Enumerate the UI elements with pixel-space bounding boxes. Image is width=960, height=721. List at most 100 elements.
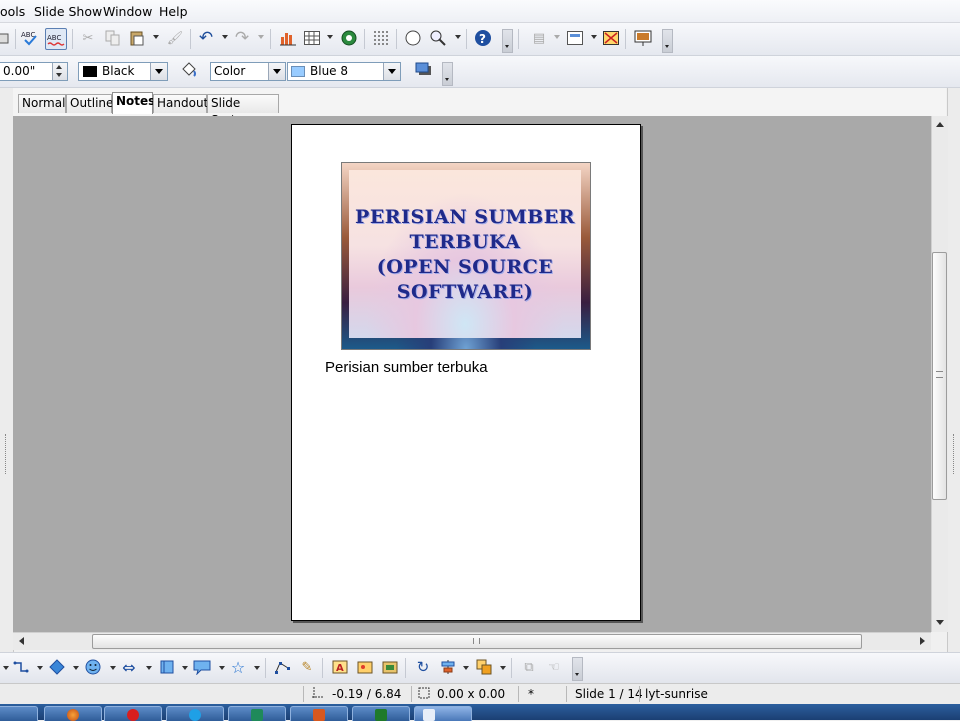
points-icon[interactable] xyxy=(273,658,291,676)
chevron-down-icon[interactable] xyxy=(150,63,167,80)
line-ends-dropdown-icon[interactable] xyxy=(3,666,9,670)
basic-shapes-icon[interactable] xyxy=(48,658,66,676)
menu-window[interactable]: Window xyxy=(103,4,152,19)
alignment-dropdown-icon[interactable] xyxy=(463,666,469,670)
taskbar-opera[interactable] xyxy=(104,706,162,721)
toolbar-overflow-icon[interactable] xyxy=(502,29,513,53)
taskbar-impress[interactable] xyxy=(414,706,472,721)
load-icon[interactable] xyxy=(0,29,12,47)
slide-design-icon[interactable] xyxy=(602,29,620,47)
chevron-down-icon[interactable] xyxy=(383,63,400,80)
symbol-shapes-icon[interactable] xyxy=(84,658,102,676)
grid-icon[interactable] xyxy=(372,29,390,47)
tab-normal[interactable]: Normal xyxy=(18,94,66,113)
block-arrows-dropdown-icon[interactable] xyxy=(146,666,152,670)
arrange-icon[interactable] xyxy=(475,658,493,676)
callouts-icon[interactable] xyxy=(193,658,211,676)
autospellcheck-icon[interactable]: ABC xyxy=(45,28,67,50)
line-width-spinner[interactable] xyxy=(52,63,67,80)
slide-show-icon[interactable] xyxy=(634,29,652,47)
spin-down-icon[interactable] xyxy=(56,73,62,77)
status-position: -0.19 / 6.84 xyxy=(332,687,402,701)
spin-up-icon[interactable] xyxy=(56,65,62,69)
zoom-dropdown-icon[interactable] xyxy=(455,35,461,39)
area-paint-bucket-icon[interactable] xyxy=(180,61,198,79)
from-file-icon[interactable] xyxy=(356,658,374,676)
tab-notes[interactable]: Notes xyxy=(112,92,155,114)
table-dropdown-icon[interactable] xyxy=(327,35,333,39)
connector-icon[interactable] xyxy=(12,658,30,676)
symbol-shapes-dropdown-icon[interactable] xyxy=(110,666,116,670)
status-separator xyxy=(518,686,519,702)
horizontal-scroll-thumb[interactable] xyxy=(92,634,862,649)
taskbar-skype[interactable] xyxy=(166,706,224,721)
menu-slide-show[interactable]: Slide Show xyxy=(34,4,102,19)
block-arrows-icon[interactable]: ⇔ xyxy=(120,658,138,677)
menu-tools[interactable]: ools xyxy=(0,4,25,19)
chevron-down-icon[interactable] xyxy=(268,63,285,80)
stars-icon[interactable]: ☆ xyxy=(229,658,247,677)
line-width-input[interactable]: 0.00" xyxy=(0,62,68,81)
scroll-up-icon[interactable] xyxy=(936,122,944,127)
dock-handle-icon[interactable] xyxy=(953,434,956,474)
toolbar-overflow-icon[interactable] xyxy=(572,657,583,681)
zoom-icon[interactable] xyxy=(429,29,447,47)
rotate-icon[interactable]: ↻ xyxy=(414,658,432,676)
tab-slide-sorter[interactable]: Slide Sorter xyxy=(207,94,279,127)
gallery-icon[interactable] xyxy=(381,658,399,676)
extrusion-icon[interactable]: ⧉ xyxy=(520,658,538,676)
taskbar-item[interactable] xyxy=(0,706,38,721)
help-icon[interactable]: ? xyxy=(474,29,492,47)
callouts-dropdown-icon[interactable] xyxy=(219,666,225,670)
vertical-scroll-thumb[interactable] xyxy=(932,252,947,500)
paste-dropdown-icon[interactable] xyxy=(153,35,159,39)
dock-handle-icon[interactable] xyxy=(5,434,8,474)
stars-dropdown-icon[interactable] xyxy=(254,666,260,670)
toolbar-separator xyxy=(625,29,626,49)
redo-dropdown-icon[interactable] xyxy=(258,35,264,39)
redo-icon[interactable]: ↷ xyxy=(233,28,251,48)
line-color-select[interactable]: Black xyxy=(78,62,168,81)
navigator-compass-icon[interactable] xyxy=(404,29,422,47)
glue-points-icon[interactable]: ✎ xyxy=(298,658,316,676)
cut-icon[interactable]: ✂ xyxy=(79,29,97,47)
chart-icon[interactable] xyxy=(279,29,297,47)
copy-icon[interactable] xyxy=(104,29,122,47)
undo-icon[interactable]: ↶ xyxy=(197,28,215,48)
scroll-down-icon[interactable] xyxy=(936,620,944,625)
navigator-icon[interactable] xyxy=(340,29,358,47)
flowchart-dropdown-icon[interactable] xyxy=(182,666,188,670)
align-icon[interactable]: ▤ xyxy=(530,29,548,47)
arrange-dropdown-icon[interactable] xyxy=(500,666,506,670)
taskbar-excel[interactable] xyxy=(352,706,410,721)
format-paintbrush-icon[interactable]: 🖌 xyxy=(166,29,184,47)
paste-icon[interactable] xyxy=(128,29,146,47)
shadow-icon[interactable] xyxy=(415,61,433,79)
toolbar-overflow-icon[interactable] xyxy=(442,62,453,86)
tab-handout[interactable]: Handout xyxy=(153,94,208,113)
area-style-select[interactable]: Color xyxy=(210,62,286,81)
slide-layout-icon[interactable] xyxy=(566,29,584,47)
status-modified[interactable]: * xyxy=(528,687,534,701)
table-icon[interactable] xyxy=(303,29,321,47)
undo-dropdown-icon[interactable] xyxy=(222,35,228,39)
scroll-left-icon[interactable] xyxy=(19,637,24,645)
taskbar-powerpoint[interactable] xyxy=(290,706,348,721)
menu-help[interactable]: Help xyxy=(159,4,188,19)
notes-text[interactable]: Perisian sumber terbuka xyxy=(325,359,488,376)
taskbar-firefox[interactable] xyxy=(44,706,102,721)
tab-outline[interactable]: Outline xyxy=(66,94,113,113)
spellcheck-icon[interactable]: ABC xyxy=(21,29,39,47)
interaction-icon[interactable]: ☜ xyxy=(545,658,563,676)
connector-dropdown-icon[interactable] xyxy=(37,666,43,670)
flowchart-icon[interactable] xyxy=(158,658,176,676)
align-dropdown-icon[interactable] xyxy=(554,35,560,39)
area-fill-select[interactable]: Blue 8 xyxy=(287,62,401,81)
slide-layout-dropdown-icon[interactable] xyxy=(591,35,597,39)
toolbar-overflow-icon[interactable] xyxy=(662,29,673,53)
basic-shapes-dropdown-icon[interactable] xyxy=(73,666,79,670)
taskbar-publisher[interactable] xyxy=(228,706,286,721)
scroll-right-icon[interactable] xyxy=(920,637,925,645)
fontwork-icon[interactable]: A xyxy=(331,658,349,676)
alignment-icon[interactable] xyxy=(439,658,457,676)
